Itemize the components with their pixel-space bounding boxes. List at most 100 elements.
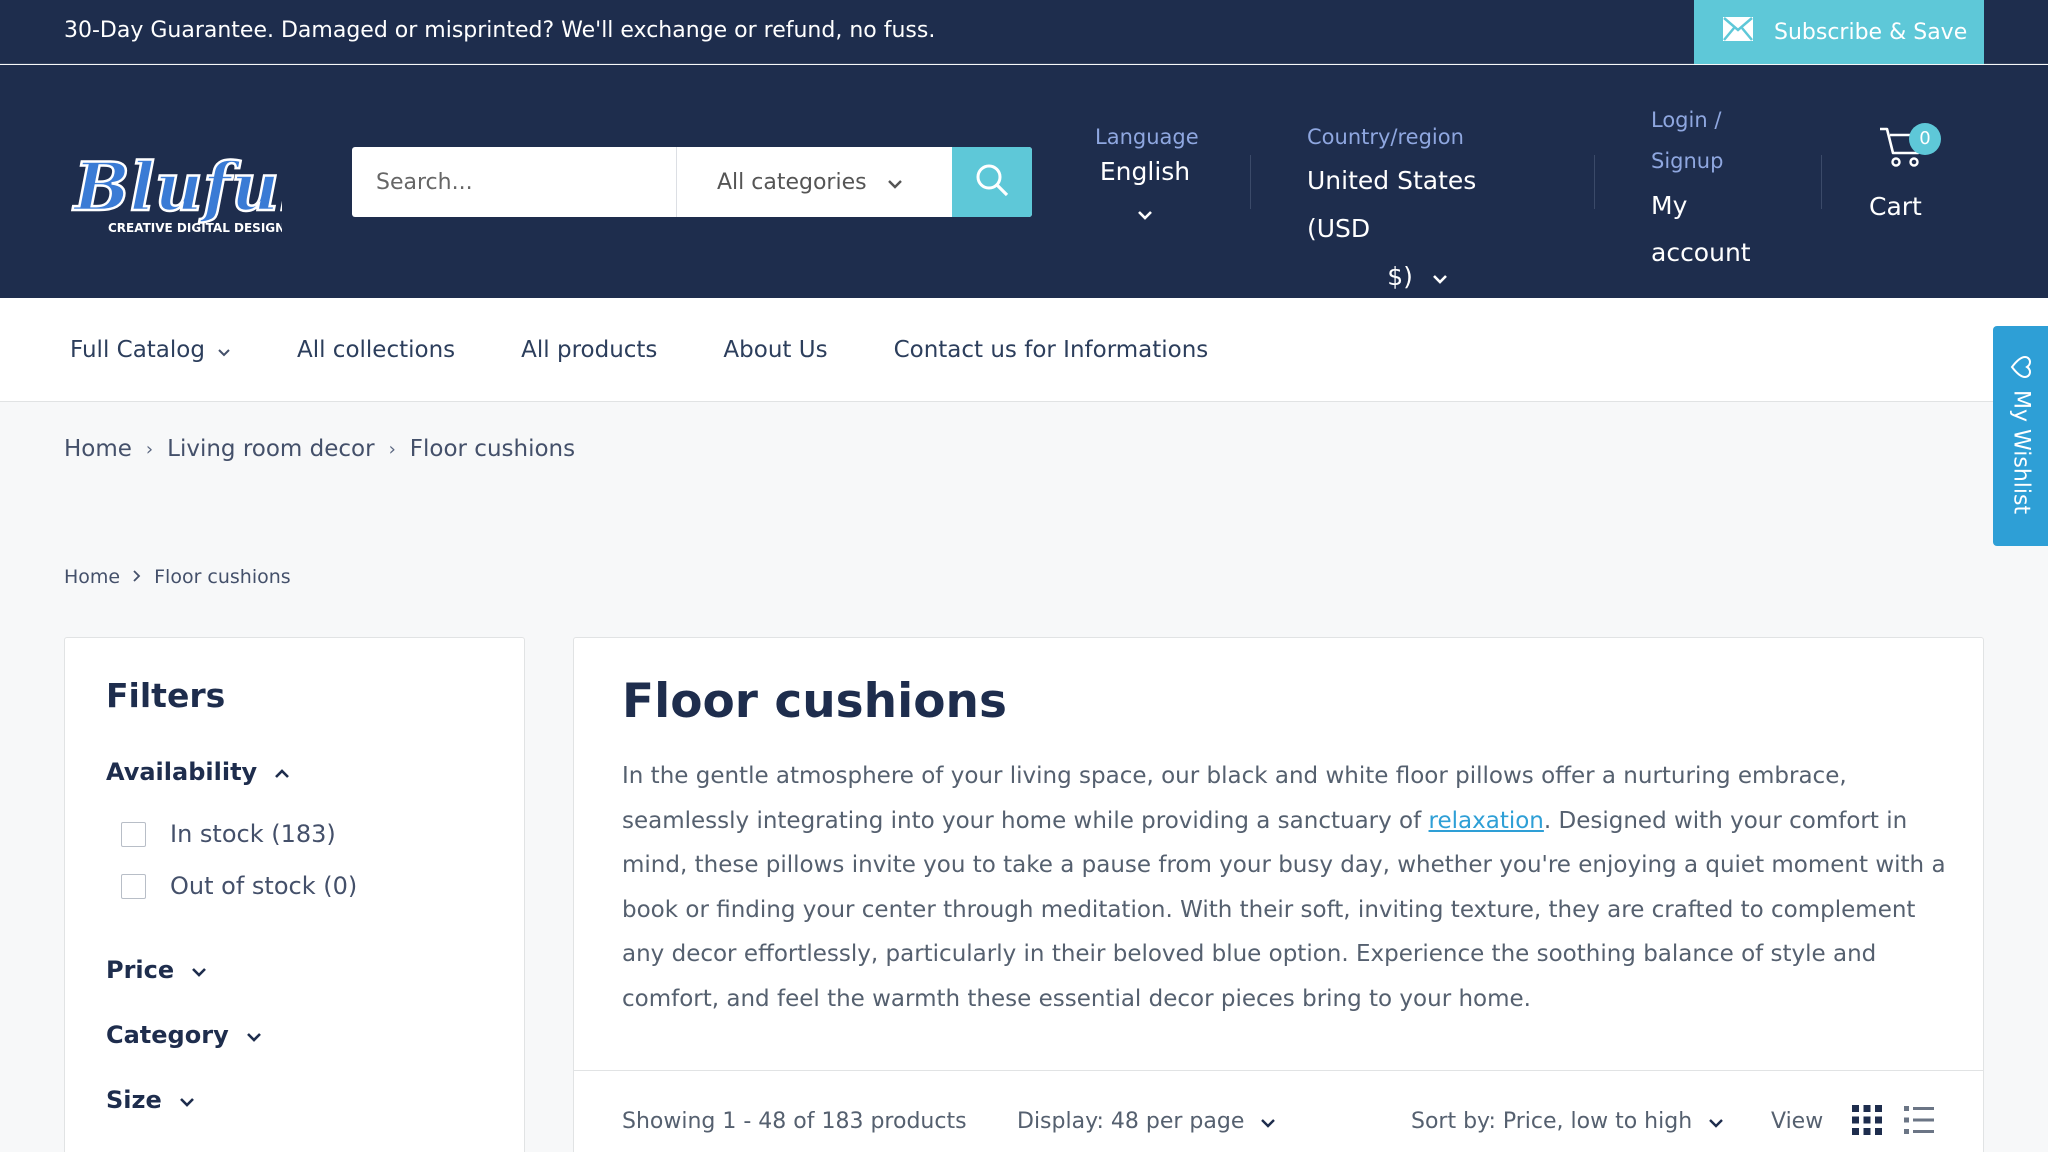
nav-item-label: Full Catalog	[70, 336, 205, 363]
country-selector[interactable]: Country/region United States (USD $)	[1307, 125, 1547, 301]
wishlist-label: My Wishlist	[2008, 390, 2034, 515]
chevron-down-icon	[217, 337, 231, 363]
page-title: Floor cushions	[622, 674, 1007, 729]
facet-label: Price	[106, 956, 175, 984]
main-nav: Full Catalog All collections All product…	[0, 298, 2048, 402]
relaxation-link[interactable]: relaxation	[1429, 808, 1544, 834]
description-text: . Designed with your comfort in mind, th…	[622, 807, 1946, 1012]
checkbox[interactable]	[121, 873, 146, 899]
sort-select[interactable]: Sort by: Price, low to high	[1411, 1109, 1724, 1134]
subscribe-button[interactable]: Subscribe & Save	[1694, 0, 1984, 64]
facet-label: Size	[106, 1086, 162, 1114]
heart-icon	[2009, 355, 2033, 382]
header-divider	[1250, 155, 1251, 209]
breadcrumb-separator: ›	[388, 438, 396, 460]
login-line2: Signup	[1651, 149, 1724, 173]
nav-item-all-products[interactable]: All products	[521, 337, 657, 363]
checkbox[interactable]	[121, 821, 146, 847]
filter-option-label: Out of stock (0)	[170, 872, 358, 900]
chevron-down-icon	[1431, 262, 1449, 291]
language-label: Language	[1095, 125, 1199, 149]
cart-button[interactable]: 0 Cart	[1869, 123, 1941, 221]
chevron-down-icon	[178, 1086, 196, 1114]
chevron-down-icon	[887, 170, 903, 195]
nav-item-contact[interactable]: Contact us for Informations	[894, 337, 1209, 363]
facet-label: Category	[106, 1021, 229, 1049]
collection-description: In the gentle atmosphere of your living …	[622, 754, 1952, 1022]
svg-text:CREATIVE DIGITAL DESIGNS: CREATIVE DIGITAL DESIGNS	[108, 221, 282, 235]
cart-icon	[1878, 127, 1926, 173]
facet-availability[interactable]: Availability	[106, 758, 291, 786]
view-label: View	[1771, 1109, 1824, 1134]
nav-item-full-catalog[interactable]: Full Catalog	[70, 337, 231, 363]
nav-item-about-us[interactable]: About Us	[723, 337, 827, 363]
chevron-down-icon	[245, 1021, 263, 1049]
site-logo[interactable]: Blufulli CREATIVE DIGITAL DESIGNS	[70, 140, 356, 240]
language-value: English	[1099, 157, 1191, 186]
account-line2: account	[1651, 238, 1751, 267]
filter-option-in-stock[interactable]: In stock (183)	[121, 820, 336, 848]
account-line1: My	[1651, 191, 1688, 220]
filters-panel: Filters Availability In stock (183) Out …	[64, 637, 525, 1152]
nav-item-label: All products	[521, 336, 658, 363]
chevron-down-icon	[1708, 1109, 1724, 1134]
chevron-up-icon	[273, 758, 291, 786]
breadcrumb-home[interactable]: Home	[64, 566, 120, 588]
chevron-down-icon	[190, 956, 208, 984]
chevron-down-icon	[1095, 206, 1195, 225]
cart-count-badge: 0	[1909, 123, 1941, 155]
collection-toolbar: Showing 1 - 48 of 183 products Display: …	[574, 1070, 1983, 1152]
cart-label: Cart	[1869, 192, 1922, 221]
nav-item-label: All collections	[296, 336, 456, 363]
country-label: Country/region	[1307, 125, 1464, 149]
filter-option-label: In stock (183)	[170, 820, 336, 848]
breadcrumb-current: Floor cushions	[154, 566, 291, 588]
currency-text: $)	[1387, 262, 1413, 291]
list-view-icon[interactable]	[1904, 1105, 1934, 1139]
breadcrumb-home[interactable]: Home	[64, 436, 132, 462]
svg-text:Blufulli: Blufulli	[72, 148, 282, 226]
display-label: Display: 48 per page	[1017, 1109, 1245, 1134]
view-toggle	[1852, 1105, 1934, 1139]
announcement-text: 30-Day Guarantee. Damaged or misprinted?…	[64, 18, 936, 43]
header-divider	[1594, 155, 1595, 209]
category-select[interactable]: All categories	[677, 147, 952, 217]
facet-category[interactable]: Category	[106, 1021, 263, 1049]
site-header: Blufulli CREATIVE DIGITAL DESIGNS All ca…	[0, 65, 2048, 298]
subscribe-label: Subscribe & Save	[1774, 19, 1968, 45]
sort-label: Sort by: Price, low to high	[1411, 1109, 1693, 1134]
breadcrumb-current: Floor cushions	[409, 436, 576, 462]
nav-item-label: About Us	[723, 336, 828, 363]
facet-label: Availability	[106, 758, 258, 786]
account-link[interactable]: Login / Signup My account	[1651, 100, 1781, 276]
breadcrumb: Home › Living room decor › Floor cushion…	[64, 436, 575, 462]
search-bar: All categories	[352, 147, 1032, 217]
facet-price[interactable]: Price	[106, 956, 208, 984]
search-icon	[974, 162, 1010, 202]
collection-content: Floor cushions In the gentle atmosphere …	[573, 637, 1984, 1152]
breadcrumb-separator: ›	[145, 438, 154, 460]
filter-option-out-of-stock[interactable]: Out of stock (0)	[121, 872, 357, 900]
country-value: United States (USD $)	[1307, 157, 1547, 301]
category-select-value: All categories	[717, 169, 867, 195]
chevron-down-icon	[1260, 1109, 1276, 1134]
page-breadcrumb: Home Floor cushions	[64, 566, 291, 588]
announcement-bar: 30-Day Guarantee. Damaged or misprinted?…	[0, 0, 2048, 64]
facet-size[interactable]: Size	[106, 1086, 196, 1114]
display-per-page-select[interactable]: Display: 48 per page	[1017, 1109, 1276, 1134]
search-button[interactable]	[952, 147, 1032, 217]
filters-title: Filters	[106, 676, 226, 715]
product-count: Showing 1 - 48 of 183 products	[622, 1109, 967, 1134]
breadcrumb-separator	[132, 566, 142, 588]
country-value-line2: $)	[1307, 253, 1547, 301]
mail-icon	[1722, 16, 1754, 48]
nav-item-all-collections[interactable]: All collections	[297, 337, 455, 363]
language-selector[interactable]: Language English	[1095, 125, 1199, 225]
breadcrumb-living-room[interactable]: Living room decor	[167, 436, 374, 462]
nav-item-label: Contact us for Informations	[893, 336, 1209, 363]
header-divider	[1821, 155, 1822, 209]
search-input[interactable]	[352, 147, 677, 217]
grid-view-icon[interactable]	[1852, 1105, 1882, 1139]
country-value-line1: United States (USD	[1307, 166, 1477, 243]
wishlist-tab[interactable]: My Wishlist	[1993, 326, 2048, 546]
